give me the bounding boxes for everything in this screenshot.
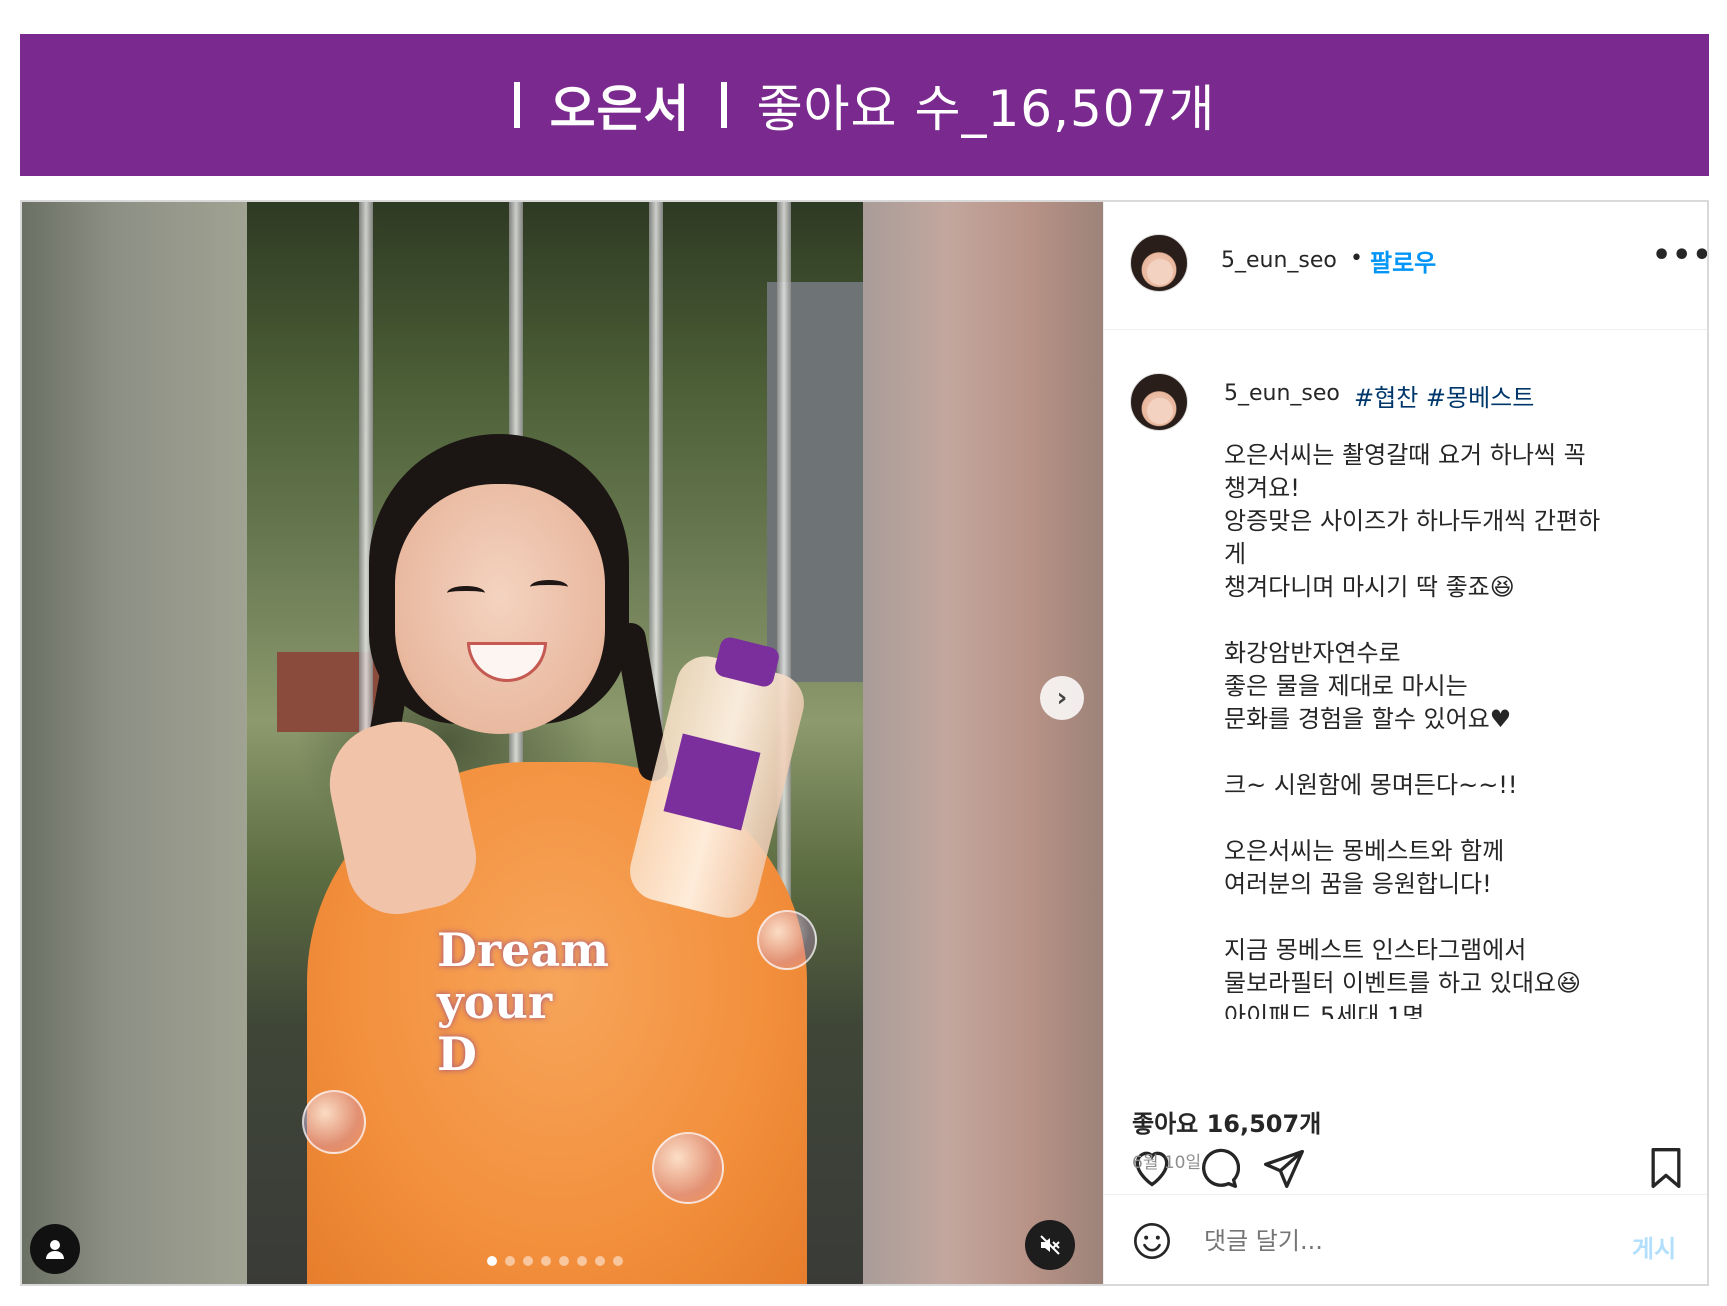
follow-button[interactable]: 팔로우	[1370, 243, 1436, 278]
photo-face	[395, 484, 605, 734]
post-media[interactable]: Dream your D ›	[22, 202, 1103, 1284]
banner-likes: 좋아요 수_16,507개	[756, 80, 1216, 138]
next-slide-button[interactable]: ›	[1040, 676, 1084, 720]
carousel-indicator	[487, 1256, 623, 1266]
tagged-users-button[interactable]	[30, 1224, 80, 1274]
caption-username[interactable]: 5_eun_seo	[1224, 381, 1340, 406]
media-blur-left	[22, 202, 247, 1284]
post-comment-button[interactable]: 게시	[1632, 1229, 1676, 1264]
instagram-post: Dream your D › 5_eun_seo • 팔로우 ••• 5_eun…	[20, 200, 1709, 1286]
photo-bubble	[757, 910, 817, 970]
carousel-dot	[487, 1256, 497, 1266]
username-link[interactable]: 5_eun_seo	[1221, 248, 1337, 273]
post-date[interactable]: 6월 10일	[1132, 1148, 1201, 1173]
carousel-dot	[541, 1256, 551, 1266]
carousel-dot	[505, 1256, 515, 1266]
separator-dot: •	[1350, 246, 1363, 271]
comment-bar: 게시	[1104, 1194, 1707, 1284]
photo-bubble	[302, 1090, 366, 1154]
media-blur-right	[863, 202, 1103, 1284]
chevron-right-icon: ›	[1056, 683, 1068, 713]
likes-count[interactable]: 좋아요 16,507개	[1132, 1104, 1321, 1139]
title-banner: 오은서 좋아요 수_16,507개	[20, 34, 1709, 176]
comment-input[interactable]	[1204, 1227, 1584, 1255]
photo-bubble	[652, 1132, 724, 1204]
photo-eye	[447, 586, 485, 600]
post-photo: Dream your D	[247, 202, 863, 1284]
mute-button[interactable]	[1025, 1220, 1075, 1270]
user-icon	[46, 1240, 64, 1259]
carousel-dot	[559, 1256, 569, 1266]
share-icon[interactable]	[1262, 1146, 1306, 1190]
post-sidebar: 5_eun_seo • 팔로우 ••• 5_eun_seo #협찬 #몽베스트 …	[1103, 202, 1707, 1284]
avatar[interactable]	[1130, 373, 1188, 431]
carousel-dot	[595, 1256, 605, 1266]
carousel-dot	[613, 1256, 623, 1266]
more-options-button[interactable]: •••	[1652, 238, 1707, 273]
banner-name: 오은서	[549, 80, 691, 138]
avatar[interactable]	[1130, 234, 1188, 292]
caption-section: 5_eun_seo #협찬 #몽베스트 오은서씨는 촬영갈때 요거 하나씩 꼭 …	[1104, 331, 1707, 1217]
caption-hashtags[interactable]: #협찬 #몽베스트	[1354, 378, 1534, 413]
comment-icon[interactable]	[1196, 1146, 1240, 1190]
banner-divider	[720, 82, 727, 128]
photo-eye	[530, 580, 568, 594]
caption-text: 오은서씨는 촬영갈때 요거 하나씩 꼭 챙겨요! 앙증맞은 사이즈가 하나두개씩…	[1224, 441, 1601, 1019]
banner-divider	[513, 82, 520, 128]
shirt-print: Dream your D	[437, 923, 609, 1081]
bookmark-icon[interactable]	[1644, 1146, 1688, 1190]
carousel-dot	[577, 1256, 587, 1266]
post-header: 5_eun_seo • 팔로우 •••	[1104, 202, 1707, 330]
mute-icon	[1040, 1235, 1060, 1255]
carousel-dot	[523, 1256, 533, 1266]
smile-icon[interactable]	[1132, 1221, 1172, 1261]
